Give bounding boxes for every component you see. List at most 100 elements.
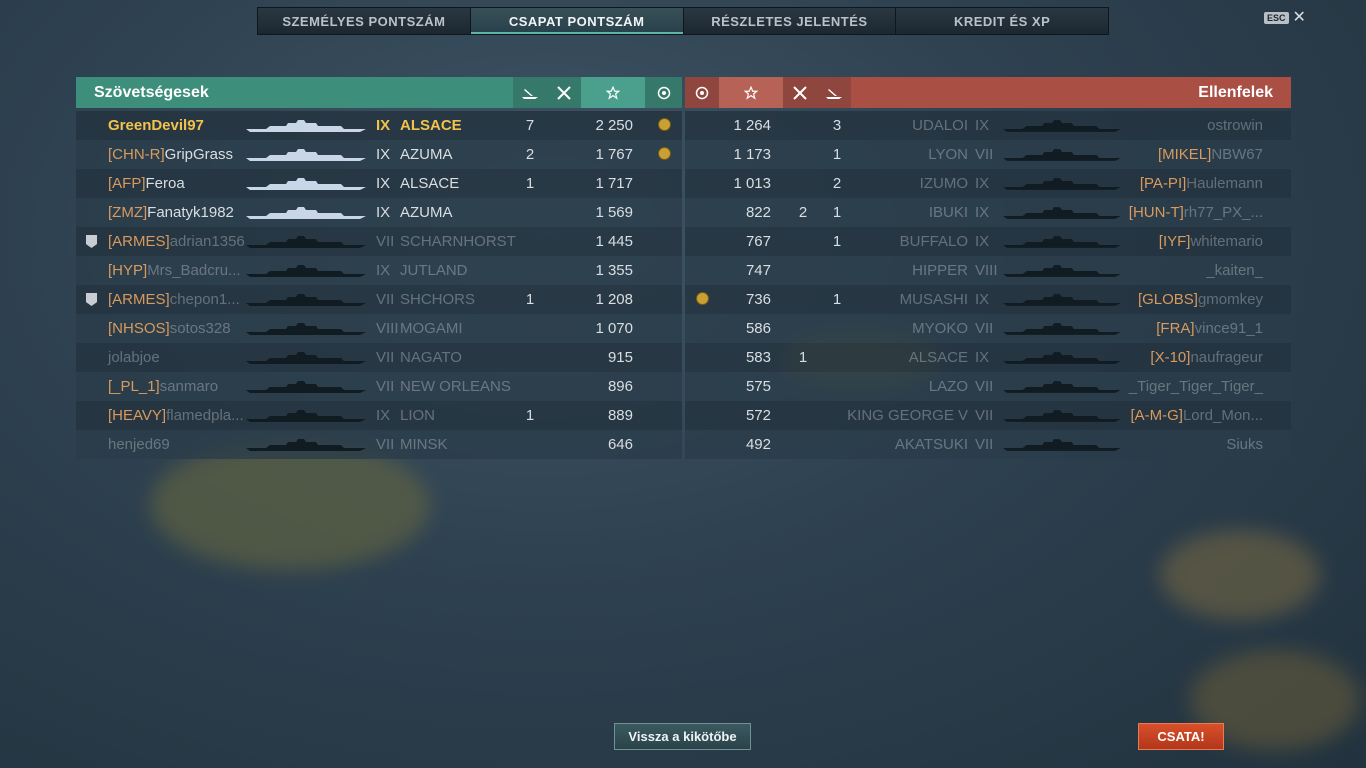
player-name: henjed69 <box>108 436 170 453</box>
base-xp-score: 1 264 <box>733 117 771 134</box>
ship-tier: VII <box>376 349 395 366</box>
ship-name: AKATSUKI <box>894 436 968 453</box>
player-row[interactable]: 1 013 2 IZUMO IX [PA-PI]Haulemann <box>685 169 1291 198</box>
clan-tag: [HYP] <box>108 262 148 279</box>
ship-name: KING GEORGE V <box>847 407 968 424</box>
ship-tier: IX <box>975 291 990 308</box>
ship-name: MUSASHI <box>899 291 968 308</box>
player-row[interactable]: GreenDevil97 IX ALSACE 7 2 250 <box>76 111 682 140</box>
ship-name: HIPPER <box>912 262 968 279</box>
player-row[interactable]: 736 1 MUSASHI IX [GLOBS]gmomkey <box>685 285 1291 314</box>
planes-destroyed: 1 <box>798 349 808 366</box>
player-nick: henjed69 <box>108 436 170 453</box>
player-nick: vince91_1 <box>1194 320 1263 337</box>
base-xp-score: 736 <box>745 291 771 308</box>
player-row[interactable]: 1 264 3 UDALOI IX ostrowin <box>685 111 1291 140</box>
ship-silhouette-icon <box>1003 410 1121 422</box>
ship-image <box>1003 119 1121 136</box>
ship-image <box>1003 148 1121 165</box>
ship-name: LAZO <box>928 378 968 395</box>
star-icon[interactable] <box>581 77 645 108</box>
player-row[interactable]: [_PL_1]sanmaro VII NEW ORLEANS 896 <box>76 372 682 401</box>
player-row[interactable]: [NHSOS]sotos328 VIII MOGAMI 1 070 <box>76 314 682 343</box>
ship-silhouette-icon <box>246 410 366 422</box>
tab-credits-xp[interactable]: KREDIT ÉS XP <box>896 8 1108 34</box>
medal-icon[interactable] <box>685 77 719 108</box>
tab-personal-score[interactable]: SZEMÉLYES PONTSZÁM <box>258 8 471 34</box>
player-name: GreenDevil97 <box>108 117 204 134</box>
ship-image <box>1003 351 1121 368</box>
player-nick: GripGrass <box>164 146 234 163</box>
close-button[interactable]: ESC ✕ <box>1264 9 1306 26</box>
player-name: [PA-PI]Haulemann <box>1140 175 1263 192</box>
ship-name: NAGATO <box>400 349 462 366</box>
ship-silhouette-icon <box>1003 178 1121 190</box>
battle-button[interactable]: CSATA! <box>1138 723 1224 750</box>
ship-name: ALSACE <box>400 175 460 192</box>
player-row[interactable]: 822 2 1 IBUKI IX [HUN-T]rh77_PX_... <box>685 198 1291 227</box>
star-icon[interactable] <box>719 77 783 108</box>
ship-image <box>246 438 366 455</box>
player-row[interactable]: [ARMES]adrian1356 VII SCHARNHORST 1 445 <box>76 227 682 256</box>
base-xp-score: 1 355 <box>595 262 633 279</box>
clan-tag: [MIKEL] <box>1157 146 1212 163</box>
player-row[interactable]: 575 LAZO VII _Tiger_Tiger_Tiger_ <box>685 372 1291 401</box>
ship-sunk-icon[interactable] <box>513 77 547 108</box>
player-row[interactable]: [HYP]Mrs_Badcru... IX JUTLAND 1 355 <box>76 256 682 285</box>
close-icon: ✕ <box>1292 9 1306 26</box>
clan-tag: [IYF] <box>1158 233 1191 250</box>
clan-tag: [ARMES] <box>108 233 170 250</box>
ship-silhouette-icon <box>246 439 366 451</box>
ship-tier: VII <box>975 378 994 395</box>
player-row[interactable]: [HEAVY]flamedpla... IX LION 1 889 <box>76 401 682 430</box>
player-name: Siuks <box>1226 436 1263 453</box>
player-row[interactable]: 1 173 1 LYON VII [MIKEL]NBW67 <box>685 140 1291 169</box>
player-row[interactable]: 492 AKATSUKI VII Siuks <box>685 430 1291 459</box>
enemy-player-list: 1 264 3 UDALOI IX ostrowin 1 173 1 LYON VII [MIKE… <box>685 111 1291 459</box>
player-row[interactable]: 767 1 BUFFALO IX [IYF]whitemario <box>685 227 1291 256</box>
player-name: [HYP]Mrs_Badcru... <box>108 262 241 279</box>
ship-silhouette-icon <box>1003 352 1121 364</box>
medal-icon[interactable] <box>645 77 682 108</box>
ship-silhouette-icon <box>246 294 366 306</box>
ship-silhouette-icon <box>246 178 366 190</box>
player-nick: GreenDevil97 <box>108 117 204 134</box>
planes-destroyed: 2 <box>798 204 808 221</box>
plane-kill-icon[interactable] <box>547 77 581 108</box>
base-xp-score: 1 013 <box>733 175 771 192</box>
player-row[interactable]: [ARMES]chepon1... VII SHCHORS 1 1 208 <box>76 285 682 314</box>
player-row[interactable]: 583 1 ALSACE IX [X-10]naufrageur <box>685 343 1291 372</box>
player-nick: NBW67 <box>1211 146 1263 163</box>
ship-name: MINSK <box>400 436 448 453</box>
player-row[interactable]: henjed69 VII MINSK 646 <box>76 430 682 459</box>
ship-sunk-icon[interactable] <box>817 77 851 108</box>
ship-tier: VII <box>975 407 994 424</box>
player-row[interactable]: [ZMZ]Fanatyk1982 IX AZUMA 1 569 <box>76 198 682 227</box>
ship-image <box>246 322 366 339</box>
ship-silhouette-icon <box>1003 207 1121 219</box>
ship-tier: IX <box>975 233 990 250</box>
base-xp-score: 1 569 <box>595 204 633 221</box>
ship-silhouette-icon <box>1003 294 1121 306</box>
player-nick: sanmaro <box>159 378 219 395</box>
plane-kill-icon[interactable] <box>783 77 817 108</box>
ship-image <box>246 206 366 223</box>
player-row[interactable]: [CHN-R]GripGrass IX AZUMA 2 1 767 <box>76 140 682 169</box>
player-name: [_PL_1]sanmaro <box>108 378 218 395</box>
ship-tier: IX <box>376 117 391 134</box>
ship-image <box>1003 293 1121 310</box>
clan-tag: [ARMES] <box>108 291 170 308</box>
division-badge-icon <box>86 235 97 248</box>
player-row[interactable]: jolabjoe VII NAGATO 915 <box>76 343 682 372</box>
player-row[interactable]: [AFP]Feroa IX ALSACE 1 1 717 <box>76 169 682 198</box>
ship-silhouette-icon <box>1003 236 1121 248</box>
player-row[interactable]: 747 HIPPER VIII _kaiten_ <box>685 256 1291 285</box>
map-island <box>1160 530 1320 620</box>
player-row[interactable]: 572 KING GEORGE V VII [A-M-G]Lord_Mon... <box>685 401 1291 430</box>
ship-silhouette-icon <box>246 352 366 364</box>
tab-team-score[interactable]: CSAPAT PONTSZÁM <box>470 8 684 34</box>
tab-detailed-report[interactable]: RÉSZLETES JELENTÉS <box>683 8 897 34</box>
back-to-port-button[interactable]: Vissza a kikötőbe <box>614 723 751 750</box>
player-row[interactable]: 586 MYOKO VII [FRA]vince91_1 <box>685 314 1291 343</box>
ship-tier: VII <box>376 233 395 250</box>
